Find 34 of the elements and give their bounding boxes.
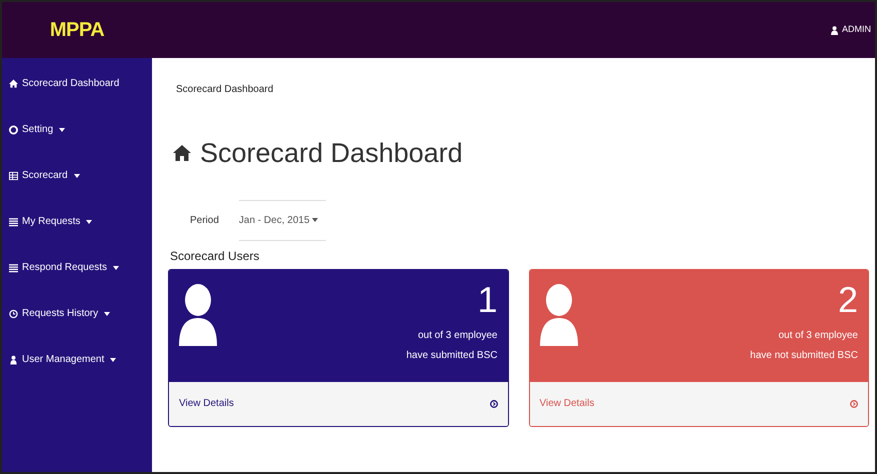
user-menu[interactable]: ADMIN <box>831 23 875 37</box>
sidebar-item[interactable]: Setting <box>2 122 152 137</box>
card-text: out of 3 employee <box>778 328 858 342</box>
list-icon <box>9 262 18 272</box>
count-number: 1 <box>477 280 498 320</box>
arrow-circle-icon[interactable] <box>490 400 498 408</box>
view-details-link[interactable]: View Details <box>179 396 234 411</box>
period-dropdown[interactable]: Jan - Dec, 2015 <box>238 200 326 240</box>
clock-icon <box>9 308 18 318</box>
user-icon <box>831 26 838 34</box>
user-icon <box>540 284 578 348</box>
list-icon <box>9 216 18 226</box>
brand-logo[interactable]: MPPA <box>50 15 104 45</box>
sidebar-item[interactable]: Requests History <box>2 306 152 321</box>
user-icon <box>179 284 217 348</box>
caret-icon <box>312 218 318 222</box>
sidebar-item[interactable]: My Requests <box>2 214 152 229</box>
card-text: have not submitted BSC <box>750 348 858 362</box>
page-title: Scorecard Dashboard <box>200 137 463 170</box>
table-icon <box>9 170 18 180</box>
home-icon <box>172 144 192 162</box>
breadcrumb: Scorecard Dashboard <box>176 83 274 97</box>
home-icon <box>9 78 18 88</box>
sidebar-item[interactable]: Respond Requests <box>2 260 152 275</box>
sidebar-item[interactable]: Scorecard Dashboard <box>2 76 152 91</box>
sidebar-item[interactable]: User Management <box>2 352 152 367</box>
card-text: out of 3 employee <box>418 328 498 342</box>
count-number: 2 <box>838 280 858 320</box>
section-title: Scorecard Users <box>170 248 260 264</box>
period-label: Period <box>190 214 219 228</box>
user-icon <box>9 354 18 364</box>
view-details-link[interactable]: View Details <box>540 396 594 411</box>
card-text: have submitted BSC <box>406 348 498 362</box>
sidebar-item[interactable]: Scorecard <box>2 168 152 183</box>
